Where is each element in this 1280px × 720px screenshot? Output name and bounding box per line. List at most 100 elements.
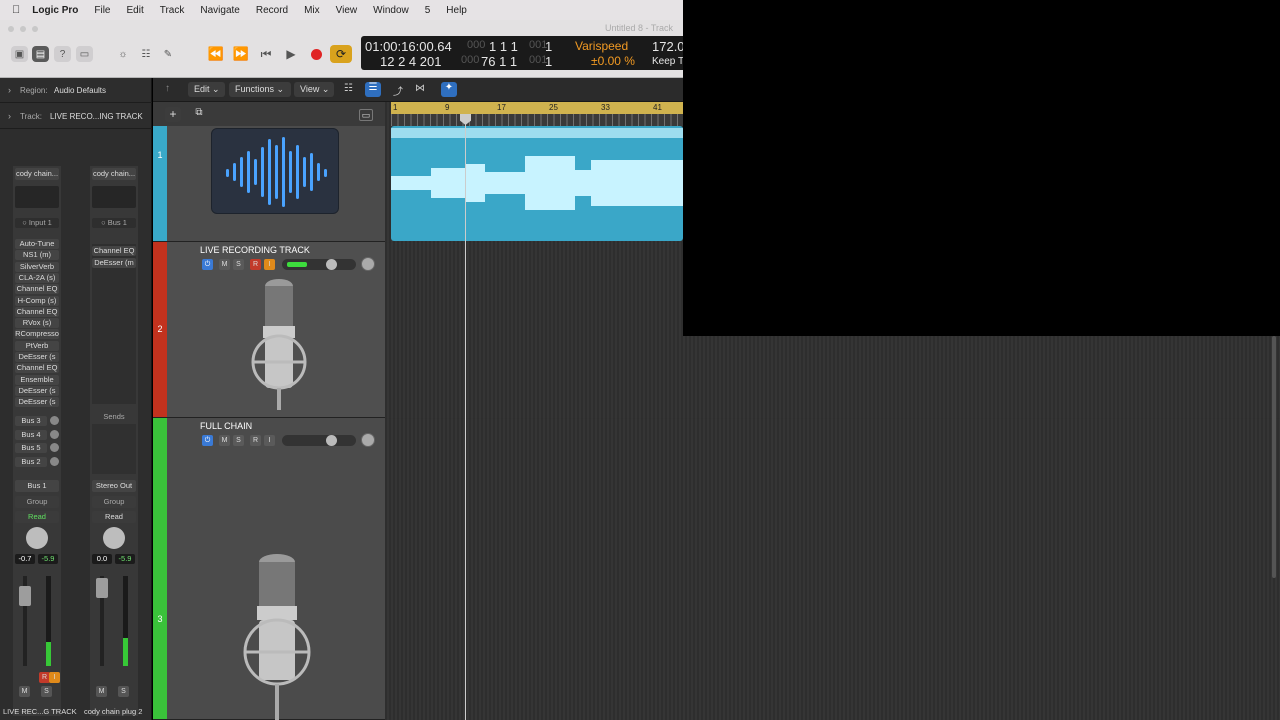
toolbar-button[interactable]: ▭	[76, 46, 93, 62]
varispeed-label[interactable]: Varispeed	[575, 39, 628, 53]
lcd-display[interactable]: 01:00:16:00.64 12 2 4 201 000 1 1 1 001 …	[361, 36, 691, 70]
strip1-input-monitor[interactable]: I	[49, 672, 60, 683]
strip2-group[interactable]: Group	[92, 496, 136, 508]
cycle-button[interactable]: ⟳	[330, 45, 352, 63]
strip1-name[interactable]: LIVE REC...G TRACK	[3, 707, 77, 716]
strip2-name[interactable]: cody chain plug 2	[84, 707, 142, 716]
record-button[interactable]	[305, 45, 327, 63]
track-disclosure-icon[interactable]: ›	[8, 111, 11, 121]
send-level-knob[interactable]	[50, 443, 59, 452]
menu-5[interactable]: 5	[425, 5, 431, 16]
strip1-plugin[interactable]: CLA-2A (s)	[15, 272, 59, 283]
strip2-output[interactable]: Stereo Out	[92, 480, 136, 492]
track-input-monitor[interactable]: I	[264, 435, 275, 446]
strip1-input[interactable]: ○ Input 1	[15, 218, 59, 228]
strip1-plugin[interactable]: Channel EQ	[15, 306, 59, 317]
track-power-icon[interactable]: ⏻	[202, 259, 213, 270]
strip2-solo[interactable]: S	[118, 686, 129, 697]
track-name[interactable]: FULL CHAIN	[200, 421, 252, 431]
menu-mix[interactable]: Mix	[304, 5, 320, 16]
strip2-eq-thumbnail[interactable]	[92, 186, 136, 208]
duplicate-track-icon[interactable]: ⧉	[191, 107, 207, 122]
cycle-region[interactable]: 1 9 17 25 33 41	[391, 102, 683, 114]
window-min-dot[interactable]	[20, 26, 26, 32]
strip1-plugin[interactable]: DeEsser (s	[15, 397, 59, 408]
strip1-plugin[interactable]: DeEsser (s	[15, 352, 59, 362]
vertical-scrollbar[interactable]	[1272, 336, 1276, 578]
menu-track[interactable]: Track	[160, 5, 185, 16]
strip1-plugin[interactable]: RCompresso	[15, 329, 59, 340]
smart-controls-button[interactable]: ☼	[114, 46, 132, 62]
track-solo[interactable]: S	[233, 435, 244, 446]
strip1-send[interactable]: Bus 5	[15, 443, 47, 453]
track-name[interactable]: LIVE RECORDING TRACK	[200, 245, 310, 255]
tempo-value[interactable]: 172.0	[652, 39, 685, 54]
track-volume-slider[interactable]	[282, 259, 356, 270]
region-value[interactable]: Audio Defaults	[54, 86, 106, 95]
editors-button[interactable]: ✎	[159, 46, 177, 62]
menu-file[interactable]: File	[94, 5, 110, 16]
add-track-button[interactable]: +	[165, 107, 181, 122]
menu-navigate[interactable]: Navigate	[200, 5, 239, 16]
mixer-button[interactable]: ☷	[137, 46, 155, 62]
track-pan-knob[interactable]	[361, 257, 375, 271]
track-solo[interactable]: S	[233, 259, 244, 270]
go-to-beginning-button[interactable]: ⏮	[255, 45, 277, 63]
send-level-knob[interactable]	[50, 416, 59, 425]
strip1-group[interactable]: Group	[15, 496, 59, 508]
window-close-dot[interactable]	[8, 26, 14, 32]
strip1-plugin[interactable]: RVox (s)	[15, 318, 59, 329]
strip2-pan-knob[interactable]	[103, 527, 125, 549]
strip1-plugin[interactable]: Ensemble	[15, 374, 59, 385]
menu-logic-pro[interactable]: Logic Pro	[32, 5, 78, 16]
strip2-setting[interactable]: cody chain...	[92, 168, 136, 180]
strip1-send[interactable]: Bus 4	[15, 429, 47, 440]
strip1-plugin[interactable]: Channel EQ	[15, 363, 59, 374]
strip2-fader[interactable]	[96, 578, 108, 598]
strip1-setting[interactable]: cody chain...	[15, 168, 59, 180]
strip1-plugin[interactable]: Auto-Tune	[15, 239, 59, 249]
strip1-send[interactable]: Bus 2	[15, 456, 47, 467]
strip1-eq-thumbnail[interactable]	[15, 186, 59, 208]
strip2-automation[interactable]: Read	[92, 511, 136, 523]
send-level-knob[interactable]	[50, 429, 59, 439]
menu-record[interactable]: Record	[256, 5, 288, 16]
track-power-icon[interactable]: ⏻	[202, 435, 213, 446]
track-2-header[interactable]: 2 LIVE RECORDING TRACK ⏻ M S R I	[153, 242, 385, 418]
strip1-plugin[interactable]: Channel EQ	[15, 284, 59, 295]
strip1-solo[interactable]: S	[41, 686, 52, 697]
forward-button[interactable]: ⏩	[230, 45, 252, 63]
track-3-header[interactable]: 3 FULL CHAIN ⏻ M S R I	[153, 418, 385, 720]
strip1-plugin[interactable]: DeEsser (s	[15, 385, 59, 396]
region-disclosure-icon[interactable]: ›	[8, 85, 11, 95]
track-volume-slider[interactable]	[282, 435, 356, 446]
strip2-plugin[interactable]: DeEsser (m	[92, 258, 136, 268]
automation-icon[interactable]: ⤴	[393, 83, 407, 98]
rewind-button[interactable]: ⏪	[205, 45, 227, 63]
quick-help-button[interactable]: ?	[54, 46, 71, 62]
apple-menu-icon[interactable]: 	[12, 4, 20, 16]
track-mute[interactable]: M	[219, 259, 230, 270]
strip1-send[interactable]: Bus 3	[15, 416, 47, 426]
flex-icon[interactable]: ⋈	[415, 83, 429, 97]
track-mute[interactable]: M	[219, 435, 230, 446]
strip1-fader[interactable]	[19, 586, 31, 606]
grid-view-icon[interactable]: ☷	[344, 83, 358, 97]
track-1-header[interactable]: 1	[153, 126, 385, 242]
window-zoom-dot[interactable]	[32, 26, 38, 32]
global-tracks-icon[interactable]: ▭	[359, 109, 373, 121]
strip1-automation[interactable]: Read	[15, 511, 59, 523]
inspector-button[interactable]: ▤	[32, 46, 49, 62]
strip1-plugin[interactable]: H-Comp (s)	[15, 295, 59, 306]
track-value[interactable]: LIVE RECO...ING TRACK	[50, 112, 143, 121]
strip2-input[interactable]: ○ Bus 1	[92, 218, 136, 228]
list-view-icon[interactable]: ☰	[365, 82, 381, 97]
track-input-monitor[interactable]: I	[264, 259, 275, 270]
library-button[interactable]: ▣	[11, 46, 28, 62]
playhead[interactable]	[465, 114, 466, 720]
strip1-pan-knob[interactable]	[26, 527, 48, 549]
strip2-plugin[interactable]: Channel EQ	[92, 246, 136, 256]
track-record-enable[interactable]: R	[250, 435, 261, 446]
track-record-enable[interactable]: R	[250, 259, 261, 270]
strip1-output[interactable]: Bus 1	[15, 480, 59, 492]
